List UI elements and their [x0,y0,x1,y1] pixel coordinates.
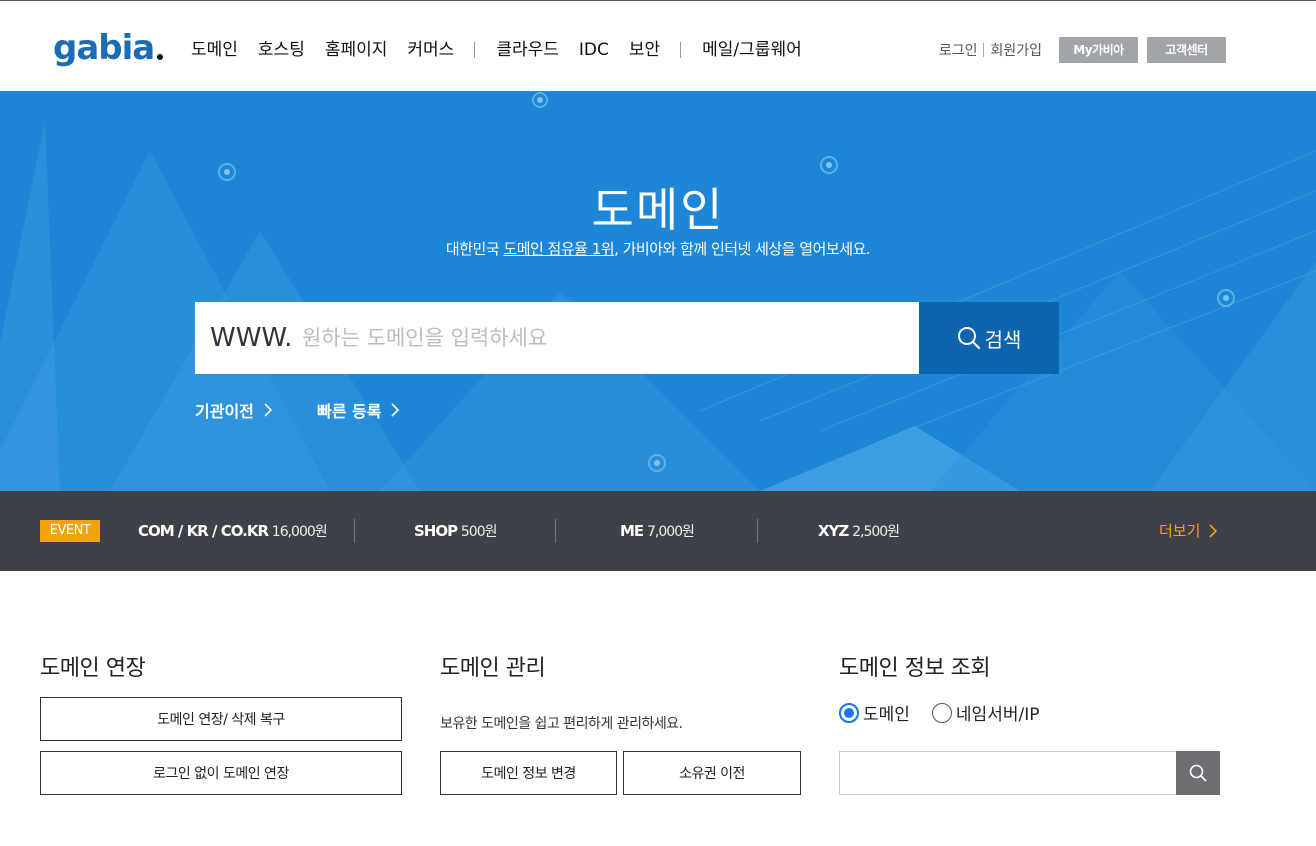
event-item-price: 16,000원 [271,524,328,540]
signup-link[interactable]: 회원가입 [990,40,1042,60]
radio-nameserver-label[interactable]: 네임서버/IP [956,700,1040,725]
event-item-com-kr[interactable]: COM / KR / CO.KR 16,000원 [138,491,328,571]
event-item-shop[interactable]: SHOP 500원 [414,491,497,571]
nav-mail-groupware[interactable]: 메일/그룹웨어 [702,36,802,64]
event-item-name: COM / KR / CO.KR [138,522,269,540]
manage-description: 보유한 도메인을 쉽고 편리하게 관리하세요. [440,716,683,732]
hero-title: 도메인 [591,183,725,237]
nav-security[interactable]: 보안 [629,36,660,64]
quick-register-label: 빠른 등록 [317,402,382,421]
nav-cloud[interactable]: 클라우드 [496,36,559,64]
institution-transfer-label: 기관이전 [195,402,254,421]
nav-homepage[interactable]: 홈페이지 [325,36,388,64]
event-divider [354,519,355,543]
nav-hosting[interactable]: 호스팅 [258,36,305,64]
renew-without-login-button[interactable]: 로그인 없이 도메인 연장 [40,751,402,795]
event-item-name: XYZ [818,522,849,540]
www-prefix: WWW. [210,323,293,353]
chevron-right-icon [264,403,272,417]
utility-nav: 로그인 회원가입 My가비아 고객센터 [939,37,1226,63]
radio-domain-label[interactable]: 도메인 [863,700,910,725]
logo-text: gabia [53,28,155,68]
more-events-link[interactable]: 더보기 [1159,491,1218,571]
nav-domain[interactable]: 도메인 [191,36,238,64]
event-divider [757,519,758,543]
search-icon [957,326,981,350]
change-domain-info-button[interactable]: 도메인 정보 변경 [440,751,617,795]
event-item-price: 7,000원 [646,524,695,540]
hero-background-graphic [0,92,1316,491]
manage-section-title: 도메인 관리 [440,656,546,681]
subtitle-text: 대한민국 [445,240,504,258]
whois-search-button[interactable] [1176,751,1220,795]
event-badge: EVENT [40,520,100,542]
login-link[interactable]: 로그인 [939,40,978,60]
search-button[interactable]: 검색 [919,302,1059,374]
whois-search-input[interactable] [839,751,1177,795]
radio-nameserver[interactable] [931,702,952,723]
gabia-logo[interactable]: gabia [53,28,164,68]
event-item-name: SHOP [414,522,458,540]
renew-restore-button[interactable]: 도메인 연장/ 삭제 복구 [40,697,402,741]
whois-type-radio-group: 도메인 네임서버/IP [839,700,1061,725]
nav-divider [680,42,682,58]
event-divider [555,519,556,543]
mygabia-button[interactable]: My가비아 [1059,37,1138,63]
domain-search-input[interactable] [302,316,902,360]
quick-register-link[interactable]: 빠른 등록 [317,398,400,422]
domain-hero: 도메인 대한민국 도메인 점유율 1위, 가비아와 함께 인터넷 세상을 열어보… [0,91,1316,491]
event-item-name: ME [620,522,644,540]
main-nav: 도메인 호스팅 홈페이지 커머스 클라우드 IDC 보안 메일/그룹웨어 [191,36,822,64]
event-item-price: 500원 [460,524,498,540]
hero-subtitle: 대한민국 도메인 점유율 1위, 가비아와 함께 인터넷 세상을 열어보세요. [0,238,1316,259]
event-item-xyz[interactable]: XYZ 2,500원 [818,491,900,571]
renew-section-title: 도메인 연장 [40,656,146,681]
subtitle-highlight: 도메인 점유율 1위 [503,240,615,258]
more-label: 더보기 [1159,522,1201,540]
event-item-me[interactable]: ME 7,000원 [620,491,695,571]
radio-domain[interactable] [839,702,859,723]
support-button[interactable]: 고객센터 [1147,37,1226,63]
ownership-transfer-button[interactable]: 소유권 이전 [623,751,801,795]
nav-commerce[interactable]: 커머스 [407,36,454,64]
chevron-right-icon [391,403,400,417]
chevron-right-icon [1209,524,1218,538]
site-header: gabia 도메인 호스팅 홈페이지 커머스 클라우드 IDC 보안 메일/그룹… [0,0,1316,91]
domain-search-box: WWW. [195,302,919,374]
nav-divider [474,42,476,58]
event-item-price: 2,500원 [852,524,900,540]
search-button-label: 검색 [984,327,1022,352]
institution-transfer-link[interactable]: 기관이전 [195,398,272,422]
logo-dot [157,54,164,60]
event-price-bar: EVENT COM / KR / CO.KR 16,000원 SHOP 500원… [0,491,1316,571]
search-icon [1189,764,1207,782]
subtitle-text: , 가비아와 함께 인터넷 세상을 열어보세요. [614,240,871,258]
whois-section-title: 도메인 정보 조회 [839,656,991,681]
util-divider [983,43,985,57]
nav-idc[interactable]: IDC [579,36,609,64]
